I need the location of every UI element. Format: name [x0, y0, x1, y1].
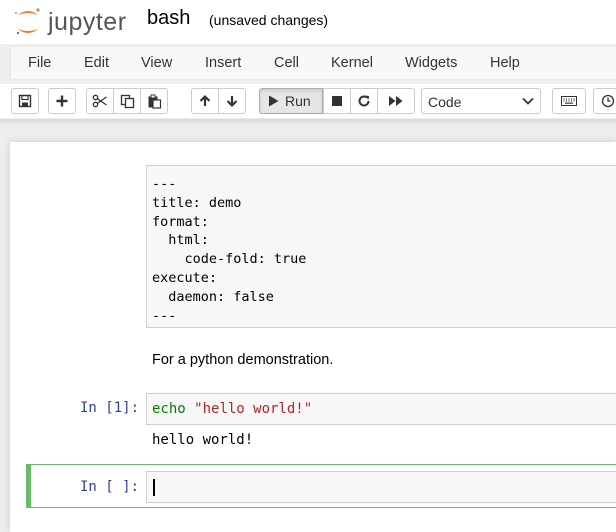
- header: jupyter bash (unsaved changes): [0, 0, 616, 44]
- notebook-name[interactable]: bash: [147, 7, 190, 30]
- menu-kernel[interactable]: Kernel: [331, 55, 373, 71]
- copy-icon: [120, 94, 134, 108]
- raw-line: code-fold: true: [152, 251, 307, 268]
- interrupt-button[interactable]: [323, 88, 351, 114]
- restart-button[interactable]: [350, 88, 378, 114]
- paste-button[interactable]: [140, 88, 168, 114]
- paste-icon: [148, 94, 161, 109]
- markdown-cell-text[interactable]: For a python demonstration.: [152, 352, 333, 368]
- menu-edit[interactable]: Edit: [84, 55, 109, 71]
- clock-button[interactable]: [593, 88, 616, 114]
- raw-line: html:: [152, 232, 209, 249]
- arrow-up-icon: [199, 94, 211, 106]
- clock-icon: [601, 94, 615, 108]
- stop-icon: [332, 96, 342, 106]
- keyboard-icon: [561, 96, 577, 106]
- run-button[interactable]: Run: [259, 88, 323, 114]
- raw-line: execute:: [152, 269, 218, 286]
- chevron-down-icon: [522, 97, 534, 105]
- raw-cell[interactable]: --- title: demo format: html: code-fold:…: [146, 165, 616, 328]
- cut-button[interactable]: [86, 88, 114, 114]
- text-cursor: [153, 479, 155, 496]
- code-cell-1-prompt: In [1]:: [80, 400, 140, 416]
- code-cell-1-output: hello world!: [152, 432, 254, 448]
- insert-cell-button[interactable]: [48, 88, 76, 114]
- menu-cell[interactable]: Cell: [274, 55, 299, 71]
- menu-help[interactable]: Help: [490, 55, 520, 71]
- scissors-icon: [92, 94, 107, 108]
- save-status: (unsaved changes): [209, 12, 329, 28]
- menu-widgets[interactable]: Widgets: [405, 55, 457, 71]
- code-string: "hello world!": [194, 401, 313, 417]
- jupyter-logo-icon: [15, 8, 40, 35]
- raw-line: format:: [152, 213, 209, 230]
- refresh-icon: [358, 95, 370, 107]
- code-cell-2-input[interactable]: [146, 471, 616, 503]
- plus-icon: [56, 95, 68, 107]
- save-icon: [18, 94, 32, 108]
- code-cell-2-prompt: In [ ]:: [80, 479, 140, 495]
- logo-text: jupyter: [48, 8, 127, 36]
- raw-line: ---: [152, 176, 177, 192]
- notebook-container: --- title: demo format: html: code-fold:…: [10, 142, 616, 532]
- restart-run-all-button[interactable]: [377, 88, 415, 114]
- code-cell-1-input[interactable]: echo "hello world!": [146, 393, 616, 425]
- raw-line: title: demo: [152, 194, 242, 211]
- raw-line: daemon: false: [152, 288, 274, 305]
- command-palette-button[interactable]: [552, 88, 586, 114]
- save-button[interactable]: [11, 88, 39, 114]
- move-down-button[interactable]: [218, 88, 246, 114]
- menubar: File Edit View Insert Cell Kernel Widget…: [10, 46, 616, 80]
- copy-button[interactable]: [113, 88, 141, 114]
- raw-line: ---: [152, 307, 177, 324]
- code-keyword: echo: [152, 401, 186, 417]
- toolbar-shadow: [0, 119, 616, 125]
- menu-file[interactable]: File: [28, 55, 51, 71]
- cell-type-select[interactable]: Code: [421, 88, 541, 114]
- menu-view[interactable]: View: [141, 55, 172, 71]
- move-up-button[interactable]: [191, 88, 219, 114]
- arrow-down-icon: [226, 96, 238, 108]
- run-label: Run: [285, 93, 311, 109]
- play-icon: [269, 95, 279, 107]
- raw-cell-content: --- title: demo format: html: code-fold:…: [152, 175, 306, 325]
- toolbar: Run Code: [0, 84, 616, 118]
- menu-insert[interactable]: Insert: [205, 55, 241, 71]
- jupyter-logo[interactable]: jupyter: [14, 6, 132, 38]
- fast-forward-icon: [389, 96, 403, 106]
- cell-type-value: Code: [428, 94, 462, 110]
